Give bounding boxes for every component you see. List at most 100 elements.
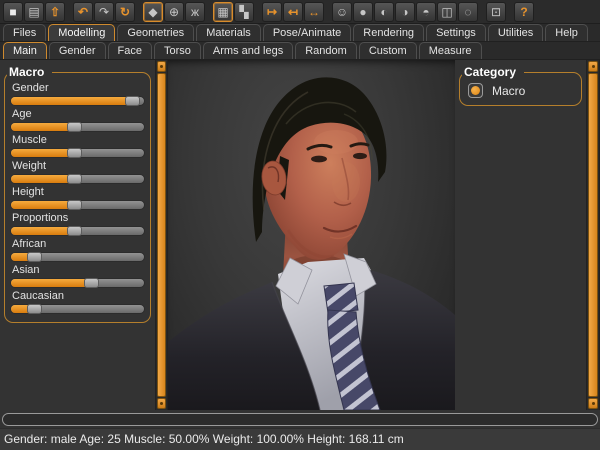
front-view-icon: ☺ xyxy=(336,6,348,18)
makehuman-window: ■ ▤ ⇧ ↶ ↷ ↻ ◆ xyxy=(0,0,600,450)
scroll-up-button[interactable] xyxy=(588,61,598,72)
slider-handle[interactable] xyxy=(67,226,82,236)
undo-icon: ↶ xyxy=(78,6,88,18)
toolbar-button-pose[interactable]: ж xyxy=(185,2,205,22)
macro-group-title: Macro xyxy=(7,65,52,79)
tab-materials[interactable]: Materials xyxy=(196,24,261,41)
subtab-gender[interactable]: Gender xyxy=(49,42,106,59)
slider-track-asian[interactable] xyxy=(10,278,145,288)
toolbar-button-right-view[interactable]: ◑ xyxy=(395,2,415,22)
toolbar-button-back-view[interactable]: ● xyxy=(353,2,373,22)
subtab-measure[interactable]: Measure xyxy=(419,42,482,59)
toolbar-button-new[interactable]: ■ xyxy=(3,2,23,22)
slider-label: Muscle xyxy=(12,134,145,147)
grab-screen-icon: ⊡ xyxy=(491,6,501,18)
toolbar-button-save[interactable]: ⇧ xyxy=(45,2,65,22)
slider-handle[interactable] xyxy=(67,148,82,158)
subtab-main[interactable]: Main xyxy=(3,42,47,59)
toolbar-button-global-camera[interactable]: ◌ xyxy=(458,2,478,22)
slider-list: Gender Age xyxy=(10,82,145,314)
slider-track-african[interactable] xyxy=(10,252,145,262)
slider-track-gender[interactable] xyxy=(10,96,145,106)
slider-track-weight[interactable] xyxy=(10,174,145,184)
subtab-arms-and-legs[interactable]: Arms and legs xyxy=(203,42,293,59)
main-toolbar: ■ ▤ ⇧ ↶ ↷ ↻ ◆ xyxy=(0,0,600,24)
scroll-up-button[interactable] xyxy=(157,61,166,72)
slider-handle[interactable] xyxy=(27,252,42,262)
toolbar-button-grid[interactable]: ▦ xyxy=(213,2,233,22)
slider-track-muscle[interactable] xyxy=(10,148,145,158)
toolbar-button-background[interactable]: ▚ xyxy=(234,2,254,22)
slider-handle[interactable] xyxy=(27,304,42,314)
category-groupbox: Category Macro xyxy=(459,72,582,106)
bottom-view-icon: ◫ xyxy=(441,6,452,18)
tab-modelling[interactable]: Modelling xyxy=(48,24,115,41)
slider-fill xyxy=(11,175,71,183)
tab-files[interactable]: Files xyxy=(3,24,46,41)
tab-settings[interactable]: Settings xyxy=(426,24,486,41)
tab-pose-animate[interactable]: Pose/Animate xyxy=(263,24,351,41)
new-icon: ■ xyxy=(9,6,16,18)
toolbar-button-symmetry-left[interactable]: ↤ xyxy=(283,2,303,22)
slider-handle[interactable] xyxy=(84,278,99,288)
subtab-custom[interactable]: Custom xyxy=(359,42,417,59)
toolbar-button-redo[interactable]: ↷ xyxy=(94,2,114,22)
tab-rendering[interactable]: Rendering xyxy=(353,24,424,41)
slider-handle[interactable] xyxy=(67,122,82,132)
category-option-macro[interactable]: Macro xyxy=(465,82,576,99)
subtab-random[interactable]: Random xyxy=(295,42,357,59)
smooth-icon: ◆ xyxy=(148,6,157,18)
scroll-down-button[interactable] xyxy=(588,398,598,409)
tab-help[interactable]: Help xyxy=(545,24,588,41)
slider-label: Gender xyxy=(12,82,145,95)
slider-height: Height xyxy=(10,186,145,210)
back-view-icon: ● xyxy=(359,6,366,18)
scroll-down-button[interactable] xyxy=(157,398,166,409)
right-panel-scrollbar xyxy=(586,60,600,410)
toolbar-button-help[interactable]: ? xyxy=(514,2,534,22)
toolbar-button-smooth[interactable]: ◆ xyxy=(143,2,163,22)
slider-fill xyxy=(11,279,88,287)
subtab-face[interactable]: Face xyxy=(108,42,152,59)
slider-track-proportions[interactable] xyxy=(10,226,145,236)
content-area: Macro Gender Age xyxy=(0,60,600,410)
toolbar-button-reset[interactable]: ↻ xyxy=(115,2,135,22)
redo-icon: ↷ xyxy=(99,6,109,18)
tab-geometries[interactable]: Geometries xyxy=(117,24,194,41)
toolbar-button-front-view[interactable]: ☺ xyxy=(332,2,352,22)
global-camera-icon: ◌ xyxy=(464,6,471,18)
toolbar-button-wireframe[interactable]: ⊕ xyxy=(164,2,184,22)
slider-track-age[interactable] xyxy=(10,122,145,132)
slider-track-height[interactable] xyxy=(10,200,145,210)
slider-label: Height xyxy=(12,186,145,199)
slider-track-caucasian[interactable] xyxy=(10,304,145,314)
toolbar-button-bottom-view[interactable]: ◫ xyxy=(437,2,457,22)
subtab-torso[interactable]: Torso xyxy=(154,42,201,59)
human-model[interactable] xyxy=(168,60,455,410)
scrollbar-thumb[interactable] xyxy=(588,73,598,397)
slider-handle[interactable] xyxy=(67,200,82,210)
scrollbar-thumb[interactable] xyxy=(157,73,166,397)
viewport-3d[interactable] xyxy=(168,60,455,410)
slider-gender: Gender xyxy=(10,82,145,106)
toolbar-button-grab-screen[interactable]: ⊡ xyxy=(486,2,506,22)
slider-label: Caucasian xyxy=(12,290,145,303)
slider-handle[interactable] xyxy=(125,96,140,106)
symmetry-left-icon: ↤ xyxy=(288,6,298,18)
slider-handle[interactable] xyxy=(67,174,82,184)
category-group-title: Category xyxy=(462,65,524,79)
toolbar-button-left-view[interactable]: ◐ xyxy=(374,2,394,22)
category-options: Macro xyxy=(465,82,576,99)
slider-label: Weight xyxy=(12,160,145,173)
slider-fill xyxy=(11,149,71,157)
tab-utilities[interactable]: Utilities xyxy=(488,24,543,41)
toolbar-button-symmetry-right[interactable]: ↦ xyxy=(262,2,282,22)
slider-label: Age xyxy=(12,108,145,121)
slider-african: African xyxy=(10,238,145,262)
toolbar-button-undo[interactable]: ↶ xyxy=(73,2,93,22)
radio-button[interactable] xyxy=(468,83,483,98)
right-view-icon: ◑ xyxy=(401,6,408,18)
toolbar-button-load[interactable]: ▤ xyxy=(24,2,44,22)
toolbar-button-symmetry[interactable]: ↔ xyxy=(304,2,324,22)
toolbar-button-top-view[interactable]: ◓ xyxy=(416,2,436,22)
